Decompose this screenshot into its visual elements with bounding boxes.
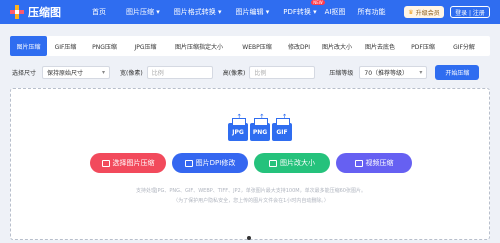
tab-resize-image[interactable]: 图片改大小 [316,36,358,56]
nav-image-compress[interactable]: 图片压缩 ▾ [126,7,160,17]
tab-image-compress[interactable]: 图片压缩 [10,36,47,56]
modify-dpi-button[interactable]: 图片DPI修改 [172,153,248,173]
privacy-note: （为了保护用户隐私安全，您上传的图片文件会在1小时内自动删除。） [173,198,329,204]
tab-jpg-compress[interactable]: JPG压缩 [125,36,166,56]
top-navbar: 压缩图 首页 图片压缩 ▾ 图片格式转换 ▾ 图片编辑 ▾ PDF转换 ▾ NE… [0,0,500,24]
nav-all-features[interactable]: 所有功能 [358,7,386,17]
level-label: 压缩等级 [329,69,354,77]
resize-icon [269,159,277,167]
nav-format-convert[interactable]: 图片格式转换 ▾ [174,7,222,17]
support-note: 支持处理JPG、PNG、GIF、WEBP、TIFF、JP2，单张图片最大支持10… [136,188,366,194]
main-nav: 首页 图片压缩 ▾ 图片格式转换 ▾ 图片编辑 ▾ PDF转换 ▾ NEW AI… [80,0,386,17]
height-placeholder: 比例 [254,69,267,77]
resize-image-button[interactable]: 图片改大小 [254,153,330,173]
video-icon [354,159,363,167]
monitor-icon [184,159,193,167]
start-compress-button[interactable]: 开始压缩 [435,64,480,80]
png-file-icon: PNG [250,118,270,141]
login-register-button[interactable]: 登录 | 注册 [450,6,490,18]
nav-home[interactable]: 首页 [92,7,106,17]
logo[interactable]: 压缩图 [10,4,80,20]
nav-ai-matting[interactable]: AI抠图 [325,7,346,17]
tab-gif-compress[interactable]: GIF压缩 [47,36,84,56]
video-label: 视频压缩 [365,159,394,167]
crown-icon: ♛ [408,8,414,16]
size-select[interactable]: 保持原始尺寸 ▾ [42,65,111,79]
resize-label: 图片改大小 [280,159,315,167]
logo-text: 压缩图 [28,6,61,19]
compress-options: 选择尺寸 保持原始尺寸 ▾ 宽(像素) 比例 高(像素) 比例 压缩等级 70（… [10,60,490,84]
tab-png-compress[interactable]: PNG压缩 [84,36,125,56]
file-types-illustration: JPG PNG GIF [228,118,294,141]
select-image-label: 选择图片压缩 [112,159,155,167]
tab-gif-split[interactable]: GIF分解 [444,36,484,56]
action-buttons: 选择图片压缩 图片DPI修改 图片改大小 视频压缩 [11,153,491,173]
jpg-file-icon: JPG [228,118,248,141]
vip-label: 升级会员 [415,9,440,17]
width-input[interactable]: 比例 [146,65,213,79]
scroll-indicator [247,236,251,240]
tab-remove-background[interactable]: 图片去底色 [358,36,402,56]
height-label: 高(像素) [222,69,246,77]
tab-webp-compress[interactable]: WEBP压缩 [232,36,282,56]
width-placeholder: 比例 [151,69,164,77]
size-value: 保持原始尺寸 [47,69,84,77]
size-label: 选择尺寸 [12,69,37,77]
gif-file-icon: GIF [272,118,292,141]
level-value: 70（推荐等级） [364,69,409,77]
level-select[interactable]: 70（推荐等级） ▾ [359,65,428,79]
nav-image-edit[interactable]: 图片编辑 ▾ [236,7,270,17]
image-icon [101,159,110,167]
select-image-compress-button[interactable]: 选择图片压缩 [90,153,166,173]
chevron-down-icon: ▾ [419,68,423,76]
tool-tabs: 图片压缩 GIF压缩 PNG压缩 JPG压缩 图片压缩指定大小 WEBP压缩 修… [10,36,490,56]
upload-drop-zone[interactable]: ↑ ↑ ↑ JPG PNG GIF 选择图片压缩 图片DPI修改 图片改大小 视频压… [10,88,490,240]
width-label: 宽(像素) [120,69,143,77]
tab-compress-to-size[interactable]: 图片压缩指定大小 [166,36,232,56]
upgrade-vip-button[interactable]: ♛ 升级会员 [404,6,444,18]
nav-pdf-convert[interactable]: PDF转换 ▾ NEW [283,0,325,17]
height-input[interactable]: 比例 [249,65,316,79]
nav-pdf-label: PDF转换 ▾ [283,8,317,16]
tab-modify-dpi[interactable]: 修改DPI [282,36,316,56]
tab-pdf-compress[interactable]: PDF压缩 [402,36,444,56]
new-badge: NEW [311,0,325,5]
chevron-down-icon: ▾ [102,68,106,76]
logo-icon [10,5,24,19]
modify-dpi-label: 图片DPI修改 [195,159,236,167]
video-compress-button[interactable]: 视频压缩 [336,153,412,173]
